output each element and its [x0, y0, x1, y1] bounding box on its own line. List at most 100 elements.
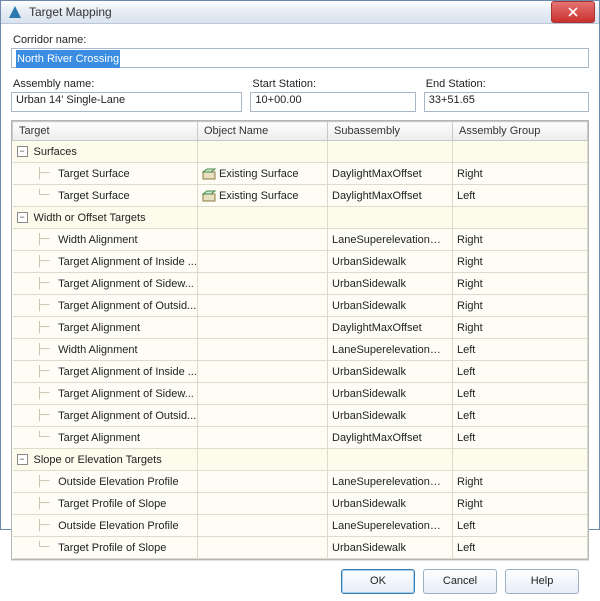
help-button[interactable]: Help: [505, 569, 579, 594]
group-row[interactable]: −Slope or Elevation Targets: [13, 449, 588, 471]
col-header-assembly-group[interactable]: Assembly Group: [453, 122, 588, 141]
cell-object[interactable]: [198, 273, 328, 295]
window-title: Target Mapping: [29, 5, 551, 19]
ok-button[interactable]: OK: [341, 569, 415, 594]
target-label: Target Surface: [58, 168, 130, 180]
start-station-input[interactable]: 10+00.00: [250, 92, 415, 112]
start-station-label: Start Station:: [252, 78, 415, 90]
table-row[interactable]: └─ Target Profile of SlopeUrbanSidewalkL…: [13, 537, 588, 559]
collapse-icon[interactable]: −: [17, 454, 28, 465]
target-label: Target Profile of Slope: [58, 542, 166, 554]
cell-subassembly: DaylightMaxOffset: [328, 163, 453, 185]
target-label: Target Alignment of Sidew...: [58, 388, 194, 400]
target-mapping-dialog: Target Mapping Corridor name: North Rive…: [0, 0, 600, 530]
table-row[interactable]: ├─ Width AlignmentLaneSuperelevationAORL…: [13, 339, 588, 361]
cell-assembly-group: Left: [453, 361, 588, 383]
cell-object[interactable]: [198, 229, 328, 251]
cell-assembly-group: Left: [453, 515, 588, 537]
target-label: Target Alignment of Outsid...: [58, 300, 196, 312]
assembly-name-input[interactable]: Urban 14' Single-Lane: [11, 92, 242, 112]
table-row[interactable]: └─ Target AlignmentDaylightMaxOffsetLeft: [13, 427, 588, 449]
cell-object[interactable]: [198, 339, 328, 361]
assembly-name-label: Assembly name:: [13, 78, 242, 90]
collapse-icon[interactable]: −: [17, 146, 28, 157]
cell-subassembly: DaylightMaxOffset: [328, 185, 453, 207]
table-row[interactable]: ├─ Target Alignment of Outsid...UrbanSid…: [13, 405, 588, 427]
table-row[interactable]: ├─ Outside Elevation ProfileLaneSuperele…: [13, 515, 588, 537]
cell-subassembly: DaylightMaxOffset: [328, 427, 453, 449]
target-label: Target Profile of Slope: [58, 498, 166, 510]
cell-assembly-group: Right: [453, 273, 588, 295]
cell-assembly-group: Right: [453, 229, 588, 251]
table-row[interactable]: ├─ Outside Elevation ProfileLaneSuperele…: [13, 471, 588, 493]
cell-subassembly: UrbanSidewalk: [328, 493, 453, 515]
cell-object[interactable]: [198, 383, 328, 405]
table-row[interactable]: ├─ Target Alignment of Inside ...UrbanSi…: [13, 251, 588, 273]
cell-object[interactable]: [198, 515, 328, 537]
cell-assembly-group: Left: [453, 339, 588, 361]
col-header-target[interactable]: Target: [13, 122, 198, 141]
cell-subassembly: UrbanSidewalk: [328, 405, 453, 427]
cell-assembly-group: Left: [453, 383, 588, 405]
cell-subassembly: LaneSuperelevationAOR: [328, 515, 453, 537]
cell-subassembly: DaylightMaxOffset: [328, 317, 453, 339]
cell-assembly-group: Left: [453, 427, 588, 449]
corridor-name-input[interactable]: North River Crossing: [11, 48, 589, 68]
table-row[interactable]: ├─ Target SurfaceExisting SurfaceDayligh…: [13, 163, 588, 185]
cell-object[interactable]: [198, 493, 328, 515]
table-row[interactable]: ├─ Target Alignment of Outsid...UrbanSid…: [13, 295, 588, 317]
target-label: Target Alignment of Inside ...: [58, 366, 197, 378]
target-label: Target Surface: [58, 190, 130, 202]
table-row[interactable]: ├─ Target Profile of SlopeUrbanSidewalkR…: [13, 493, 588, 515]
cancel-button[interactable]: Cancel: [423, 569, 497, 594]
group-label: Width or Offset Targets: [34, 212, 146, 224]
cell-assembly-group: Right: [453, 471, 588, 493]
cell-assembly-group: Left: [453, 185, 588, 207]
target-mapping-grid[interactable]: Target Object Name Subassembly Assembly …: [11, 120, 589, 560]
cell-object[interactable]: [198, 317, 328, 339]
close-icon: [568, 7, 578, 17]
table-row[interactable]: ├─ Target Alignment of Sidew...UrbanSide…: [13, 273, 588, 295]
cell-assembly-group: Left: [453, 405, 588, 427]
cell-object[interactable]: Existing Surface: [198, 185, 328, 207]
cell-subassembly: LaneSuperelevationAOR: [328, 229, 453, 251]
table-row[interactable]: ├─ Target AlignmentDaylightMaxOffsetRigh…: [13, 317, 588, 339]
cell-object[interactable]: [198, 537, 328, 559]
cell-object[interactable]: [198, 449, 328, 471]
cell-assembly-group: Right: [453, 493, 588, 515]
cell-object[interactable]: [198, 405, 328, 427]
cell-object[interactable]: [198, 207, 328, 229]
table-row[interactable]: ├─ Target Alignment of Sidew...UrbanSide…: [13, 383, 588, 405]
cell-object[interactable]: [198, 295, 328, 317]
titlebar: Target Mapping: [1, 1, 599, 24]
button-bar: OK Cancel Help: [11, 560, 589, 601]
close-button[interactable]: [551, 1, 595, 23]
cell-object[interactable]: [198, 471, 328, 493]
collapse-icon[interactable]: −: [17, 212, 28, 223]
cell-object[interactable]: [198, 251, 328, 273]
cell-object[interactable]: [198, 361, 328, 383]
table-row[interactable]: └─ Target SurfaceExisting SurfaceDayligh…: [13, 185, 588, 207]
end-station-input[interactable]: 33+51.65: [424, 92, 589, 112]
cell-subassembly: UrbanSidewalk: [328, 383, 453, 405]
target-label: Target Alignment of Sidew...: [58, 278, 194, 290]
cell-assembly-group: Left: [453, 537, 588, 559]
group-label: Surfaces: [34, 146, 77, 158]
group-row[interactable]: −Width or Offset Targets: [13, 207, 588, 229]
target-label: Target Alignment of Inside ...: [58, 256, 197, 268]
cell-object[interactable]: [198, 427, 328, 449]
cell-object[interactable]: Existing Surface: [198, 163, 328, 185]
target-label: Target Alignment: [58, 322, 140, 334]
table-row[interactable]: ├─ Width AlignmentLaneSuperelevationAORR…: [13, 229, 588, 251]
table-row[interactable]: ├─ Target Alignment of Inside ...UrbanSi…: [13, 361, 588, 383]
col-header-subassembly[interactable]: Subassembly: [328, 122, 453, 141]
surface-icon: [202, 189, 216, 203]
cell-assembly-group: Right: [453, 163, 588, 185]
group-row[interactable]: −Surfaces: [13, 141, 588, 163]
col-header-object[interactable]: Object Name: [198, 122, 328, 141]
cell-subassembly: LaneSuperelevationAOR: [328, 339, 453, 361]
surface-icon: [202, 167, 216, 181]
corridor-name-value: North River Crossing: [16, 50, 120, 68]
end-station-label: End Station:: [426, 78, 589, 90]
cell-object[interactable]: [198, 141, 328, 163]
